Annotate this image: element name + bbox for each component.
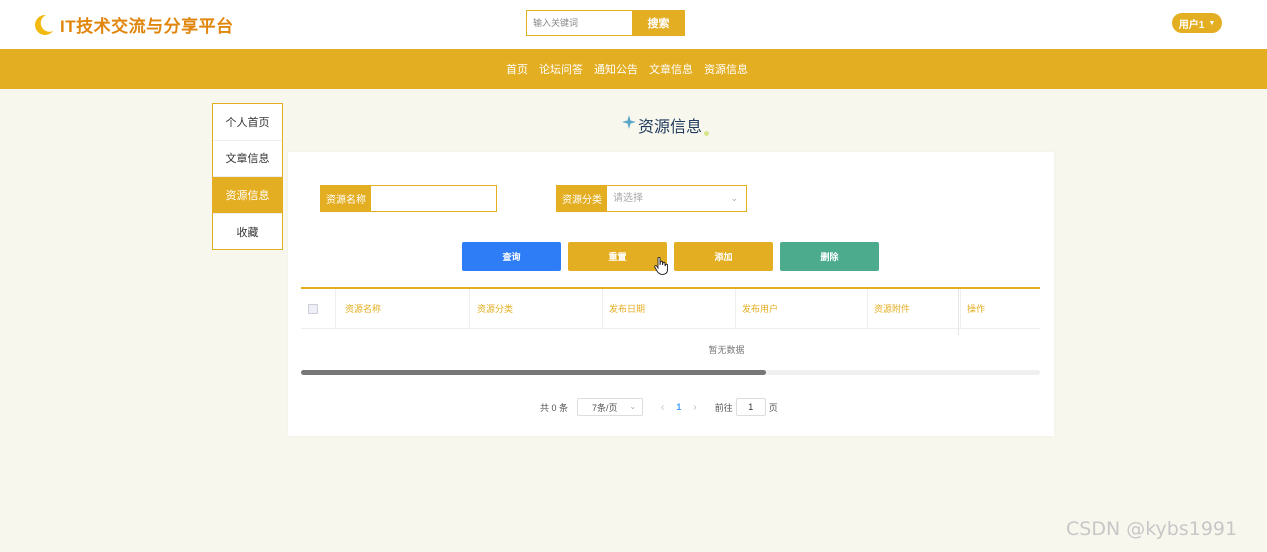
empty-text: 暂无数据 <box>708 344 745 355</box>
next-page-icon[interactable]: › <box>693 402 696 413</box>
delete-button[interactable]: 删除 <box>780 242 879 271</box>
top-header: IT技术交流与分享平台 搜索 用户1 ▼ <box>0 0 1267 49</box>
resource-panel: 资源名称 资源分类 ⌄ 查询 重置 添加 删除 资源名称 资源分类 发布日期 发… <box>288 152 1054 436</box>
reset-button[interactable]: 重置 <box>568 242 667 271</box>
user-menu-button[interactable]: 用户1 ▼ <box>1172 13 1222 33</box>
chevron-down-icon: ⌄ <box>629 402 637 411</box>
page-suffix: 页 <box>768 402 778 413</box>
nav-item-articles[interactable]: 文章信息 <box>649 61 693 77</box>
site-logo[interactable]: IT技术交流与分享平台 <box>34 12 234 37</box>
prev-page-icon[interactable]: ‹ <box>661 402 664 413</box>
resource-category-label: 资源分类 <box>557 186 607 211</box>
sidebar-item-favorites[interactable]: 收藏 <box>213 214 282 251</box>
chevron-down-icon: ⌄ <box>730 193 738 203</box>
search-bar: 搜索 <box>526 10 685 36</box>
page-size-value: 7条/页 <box>592 402 618 413</box>
sparkle-icon <box>622 115 636 129</box>
sidebar-item-articles[interactable]: 文章信息 <box>213 141 282 177</box>
col-publisher[interactable]: 发布用户 <box>736 289 868 328</box>
total-count: 共 0 条 <box>540 402 569 413</box>
moon-icon <box>35 14 53 35</box>
nav-item-home[interactable]: 首页 <box>506 61 528 77</box>
col-actions: 操作 <box>967 304 986 314</box>
resource-name-input[interactable] <box>371 186 491 211</box>
query-button[interactable]: 查询 <box>462 242 561 271</box>
horizontal-scrollbar[interactable] <box>301 370 1040 375</box>
page-title: 资源信息 <box>638 119 703 136</box>
sidebar-item-profile[interactable]: 个人首页 <box>213 104 282 141</box>
nav-item-notice[interactable]: 通知公告 <box>594 61 638 77</box>
dot-icon <box>704 131 710 136</box>
logo-title: IT技术交流与分享平台 <box>60 17 234 36</box>
hand-cursor-icon <box>654 257 668 275</box>
col-publish-date[interactable]: 发布日期 <box>603 289 736 328</box>
col-resource-category[interactable]: 资源分类 <box>470 289 603 328</box>
page-title-area: 资源信息 <box>622 113 710 137</box>
caret-down-icon: ▼ <box>1208 19 1216 27</box>
checkbox-icon[interactable] <box>308 303 318 314</box>
goto-label: 前往 <box>714 402 733 413</box>
resource-name-filter: 资源名称 <box>320 185 497 212</box>
nav-item-resources[interactable]: 资源信息 <box>704 61 748 77</box>
main-nav: 首页 论坛问答 通知公告 文章信息 资源信息 <box>0 49 1267 89</box>
page-size-select[interactable]: 7条/页 ⌄ <box>577 398 644 416</box>
add-button[interactable]: 添加 <box>674 242 773 271</box>
col-resource-name[interactable]: 资源名称 <box>336 289 470 328</box>
scrollbar-thumb[interactable] <box>301 370 766 375</box>
table-header: 资源名称 资源分类 发布日期 发布用户 资源附件 操作 <box>301 289 1040 329</box>
empty-row: 暂无数据 <box>301 329 1040 369</box>
search-button[interactable]: 搜索 <box>632 10 685 36</box>
user-name: 用户1 <box>1178 19 1205 31</box>
col-attachment[interactable]: 资源附件 <box>868 289 961 328</box>
resource-table: 资源名称 资源分类 发布日期 发布用户 资源附件 操作 暂无数据 <box>301 287 1040 375</box>
nav-item-forum[interactable]: 论坛问答 <box>539 61 583 77</box>
user-sidebar: 个人首页 文章信息 资源信息 收藏 <box>212 103 283 250</box>
resource-category-select[interactable] <box>607 186 737 211</box>
current-page-number[interactable]: 1 <box>676 402 681 412</box>
resource-category-filter[interactable]: 资源分类 ⌄ <box>556 185 747 212</box>
column-divider <box>958 289 959 335</box>
watermark: CSDN @kybs1991 <box>1066 518 1238 540</box>
select-all-cell <box>301 289 336 328</box>
goto-page-input[interactable] <box>735 398 766 416</box>
pagination: 共 0 条 7条/页 ⌄ ‹ 1 › 前往 页 <box>540 398 778 416</box>
search-input[interactable] <box>526 10 632 36</box>
resource-name-label: 资源名称 <box>321 186 371 211</box>
sidebar-item-resources[interactable]: 资源信息 <box>213 177 282 214</box>
